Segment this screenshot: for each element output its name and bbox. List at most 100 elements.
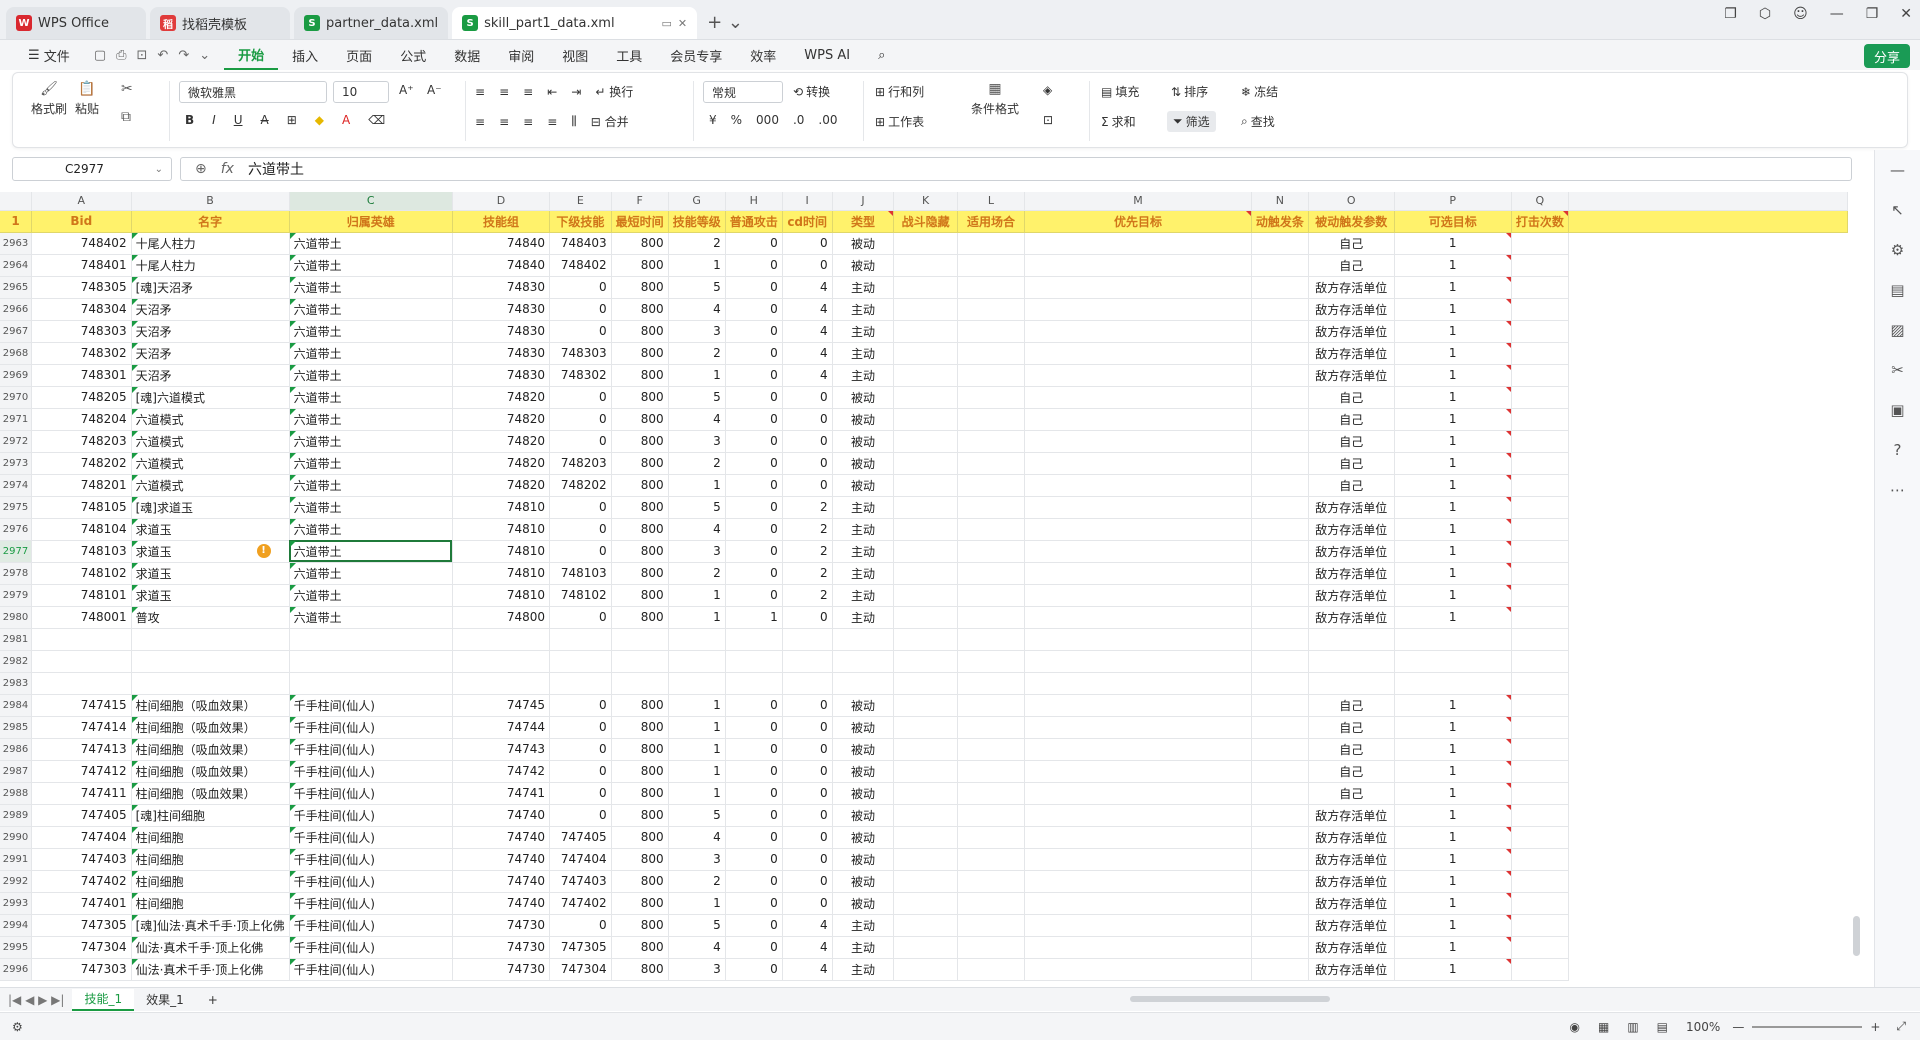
cell-J[interactable]: 主动 [832,518,895,541]
cell-J[interactable]: 被动 [832,870,895,893]
image-icon[interactable]: ▨ [1875,310,1920,350]
cell-L[interactable] [957,716,1026,739]
cell-O[interactable]: 自己 [1308,452,1395,475]
settings-icon[interactable]: ⚙ [12,1020,23,1034]
warning-icon[interactable]: ! [256,543,271,558]
header-cell[interactable]: 被动触发参数 [1308,210,1395,233]
cell-L[interactable] [957,694,1026,717]
cell-N[interactable] [1251,474,1309,497]
column-header-J[interactable]: J [832,192,895,211]
cell-F[interactable]: 800 [611,584,669,607]
cell-H[interactable]: 0 [725,870,783,893]
cell-K[interactable] [893,364,958,387]
cell-E[interactable]: 748403 [549,232,612,255]
cell-L[interactable] [957,958,1026,981]
cell-J[interactable]: 被动 [832,716,895,739]
cell-D[interactable]: 74800 [452,606,551,629]
cell-G[interactable]: 5 [668,804,726,827]
cell-O[interactable]: 敌方存活单位 [1308,540,1395,563]
cell-I[interactable]: 0 [782,408,833,431]
fullscreen-icon[interactable]: ⤢ [1896,1019,1906,1034]
column-header-H[interactable]: H [725,192,783,211]
cell-B[interactable]: [魂]柱间细胞 [131,804,290,827]
cell-I[interactable]: 4 [782,276,833,299]
cell-E[interactable]: 0 [549,606,612,629]
cell-M[interactable] [1024,430,1252,453]
zoom-out-icon[interactable]: — [1732,1020,1744,1034]
cell-K[interactable] [893,606,958,629]
cell-C[interactable]: 六道带土 [289,364,453,387]
cell-O[interactable] [1308,672,1395,695]
cell-L[interactable] [957,320,1026,343]
cell-H[interactable] [725,628,783,651]
cell-C[interactable]: 六道带土 [289,496,453,519]
cell-M[interactable] [1024,320,1252,343]
cell-G[interactable]: 5 [668,276,726,299]
cell-E[interactable]: 748202 [549,474,612,497]
cell-M[interactable] [1024,892,1252,915]
cell-C[interactable] [289,628,453,651]
cell-C[interactable]: 千手柱间(仙人) [289,738,453,761]
cell-M[interactable] [1024,804,1252,827]
cell-G[interactable]: 5 [668,914,726,937]
cell-F[interactable]: 800 [611,540,669,563]
worksheet-button[interactable]: ⊞ 工作表 [875,113,924,130]
cell-N[interactable] [1251,848,1309,871]
cell-L[interactable] [957,738,1026,761]
cell-C[interactable] [289,650,453,673]
collapse-icon[interactable]: — [1875,150,1920,190]
cell-J[interactable]: 主动 [832,342,895,365]
cell-F[interactable]: 800 [611,518,669,541]
cell-M[interactable] [1024,386,1252,409]
cell-E[interactable]: 0 [549,430,612,453]
cell-J[interactable]: 主动 [832,364,895,387]
cell-P[interactable]: 1 [1394,738,1512,761]
cell-O[interactable]: 敌方存活单位 [1308,562,1395,585]
row-number[interactable]: 2982 [0,650,33,673]
cell-A[interactable]: 748102 [31,562,132,585]
cell-A[interactable]: 748204 [31,408,132,431]
cell-D[interactable]: 74745 [452,694,551,717]
cell-P[interactable]: 1 [1394,474,1512,497]
cell-I[interactable]: 0 [782,826,833,849]
row-number[interactable]: 2970 [0,386,33,409]
cell-L[interactable] [957,518,1026,541]
cell-K[interactable] [893,430,958,453]
cell-I[interactable]: 4 [782,320,833,343]
cell-O[interactable]: 敌方存活单位 [1308,298,1395,321]
cell-K[interactable] [893,496,958,519]
cell-F[interactable]: 800 [611,826,669,849]
cell-J[interactable]: 主动 [832,958,895,981]
cell-D[interactable]: 74830 [452,342,551,365]
restore-icon[interactable]: ❐ [1724,6,1737,22]
cell-K[interactable] [893,716,958,739]
cell-L[interactable] [957,562,1026,585]
cell-E[interactable] [549,672,612,695]
sort-button[interactable]: ⇅ 排序 [1171,83,1208,100]
cell-F[interactable]: 800 [611,870,669,893]
cell-H[interactable]: 1 [725,606,783,629]
cell-G[interactable]: 1 [668,474,726,497]
cell-C[interactable]: 六道带土 [289,342,453,365]
cell-F[interactable]: 800 [611,474,669,497]
cell-D[interactable]: 74810 [452,540,551,563]
cell-B[interactable]: 柱间细胞 [131,870,290,893]
cell-K[interactable] [893,914,958,937]
cell-D[interactable]: 74740 [452,892,551,915]
tab-0[interactable]: W WPS Office [6,7,146,39]
formula-input[interactable]: ⊕ fx 六道带土 [180,157,1852,181]
header-cell[interactable]: cd时间 [782,210,833,233]
cell-M[interactable] [1024,782,1252,805]
cell-G[interactable]: 2 [668,452,726,475]
horizontal-scrollbar[interactable] [1110,994,1830,1004]
cell-O[interactable]: 敌方存活单位 [1308,804,1395,827]
cell-O[interactable] [1308,628,1395,651]
fill-button[interactable]: ▤ 填充 [1101,83,1139,100]
cell-L[interactable] [957,760,1026,783]
cell-G[interactable]: 1 [668,584,726,607]
cell-D[interactable]: 74820 [452,474,551,497]
cell-B[interactable]: 六道模式 [131,474,290,497]
cell-J[interactable]: 被动 [832,738,895,761]
header-cell[interactable]: 最短时间 [611,210,669,233]
cell-K[interactable] [893,958,958,981]
